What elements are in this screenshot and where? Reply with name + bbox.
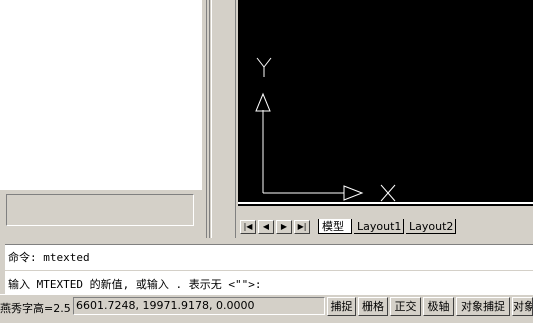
properties-list[interactable] [0, 0, 202, 190]
properties-description-box [6, 194, 194, 226]
splitter-edge-right [235, 0, 236, 238]
drawing-canvas[interactable]: Y X [238, 0, 533, 206]
canvas-border [238, 202, 533, 204]
ucs-y-glyph [256, 57, 272, 77]
layout-tab-bar: |◀ ◀ ▶ ▶| 模型 Layout1 Layout2 [238, 217, 533, 236]
ucs-y-label: Y [238, 0, 239, 1]
prev-tab-button[interactable]: ◀ [258, 220, 274, 234]
otrack-toggle-button[interactable]: 对象 [512, 297, 533, 316]
command-window-grip[interactable] [0, 244, 5, 294]
text-height-status: 燕秀字高=2.5 [0, 302, 71, 315]
last-tab-button[interactable]: ▶| [294, 220, 310, 234]
command-history-line: 命令: mtexted [8, 251, 90, 264]
tab-layout2[interactable]: Layout2 [406, 219, 456, 234]
ucs-icon: Y X [238, 0, 396, 202]
ucs-x-glyph [380, 184, 396, 202]
command-separator [5, 270, 533, 271]
next-tab-button[interactable]: ▶ [276, 220, 292, 234]
tab-layout1[interactable]: Layout1 [354, 219, 404, 234]
first-tab-button[interactable]: |◀ [240, 220, 256, 234]
splitter-highlight [211, 0, 212, 238]
splitter-edge [209, 0, 210, 238]
command-prompt-line[interactable]: 输入 MTEXTED 的新值, 或输入 . 表示无 <"">: [8, 276, 261, 292]
coordinates-display[interactable]: 6601.7248, 19971.9178, 0.0000 [73, 297, 325, 315]
ucs-x-label: X [238, 0, 239, 1]
grid-toggle-button[interactable]: 栅格 [358, 297, 388, 316]
tab-model[interactable]: 模型 [318, 219, 352, 234]
snap-toggle-button[interactable]: 捕捉 [327, 297, 356, 316]
pane-splitter[interactable] [207, 0, 238, 238]
osnap-toggle-button[interactable]: 对象捕捉 [456, 297, 510, 316]
properties-pane [0, 0, 207, 238]
polar-toggle-button[interactable]: 极轴 [423, 297, 454, 316]
status-bottom-edge [0, 318, 533, 322]
ortho-toggle-button[interactable]: 正交 [390, 297, 421, 316]
